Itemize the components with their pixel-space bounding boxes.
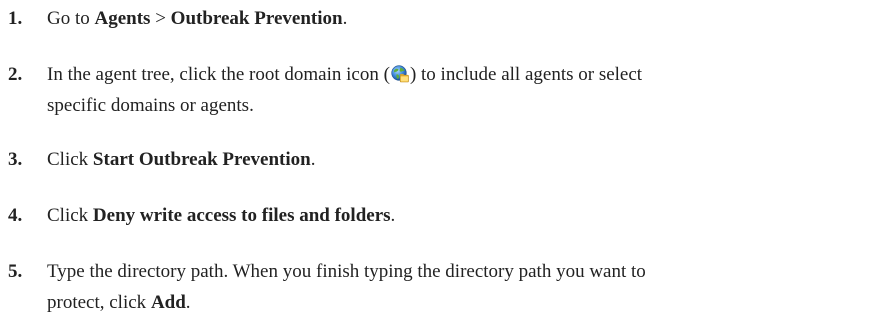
- step-number: 1.: [8, 8, 23, 29]
- step-text: Type the directory path. When you finish…: [47, 256, 867, 318]
- instruction-list: 1. Go to Agents > Outbreak Prevention. 2…: [0, 0, 876, 325]
- text-run: Go to: [47, 8, 95, 29]
- text-run: .: [342, 8, 348, 29]
- text-run: Type the directory path. When you finish…: [47, 261, 646, 282]
- option-deny-write-access: Deny write access to files and folders: [92, 205, 391, 226]
- step-text: Click Deny write access to files and fol…: [47, 200, 867, 231]
- button-start-outbreak-prevention: Start Outbreak Prevention: [92, 149, 311, 170]
- step-number: 3.: [8, 149, 23, 170]
- step-number: 2.: [8, 64, 23, 85]
- text-run: specific domains or agents.: [47, 95, 254, 116]
- text-run: .: [310, 149, 316, 170]
- menu-outbreak-prevention: Outbreak Prevention: [170, 8, 343, 29]
- text-run: .: [390, 205, 396, 226]
- text-run: >: [150, 8, 171, 29]
- text-run: Click: [47, 149, 93, 170]
- step-text: In the agent tree, click the root domain…: [47, 59, 867, 121]
- text-run: .: [185, 292, 191, 313]
- step-text: Click Start Outbreak Prevention.: [47, 144, 867, 175]
- step-number: 4.: [8, 205, 23, 226]
- button-add: Add: [150, 292, 186, 313]
- step-number: 5.: [8, 261, 23, 282]
- globe-folder-icon: [391, 65, 409, 83]
- step-text: Go to Agents > Outbreak Prevention.: [47, 3, 867, 34]
- text-run: protect, click: [47, 292, 151, 313]
- text-run: ) to include all agents or select: [409, 64, 643, 85]
- menu-agents: Agents: [94, 8, 151, 29]
- text-run: Click: [47, 205, 93, 226]
- text-run: In the agent tree, click the root domain…: [47, 64, 390, 85]
